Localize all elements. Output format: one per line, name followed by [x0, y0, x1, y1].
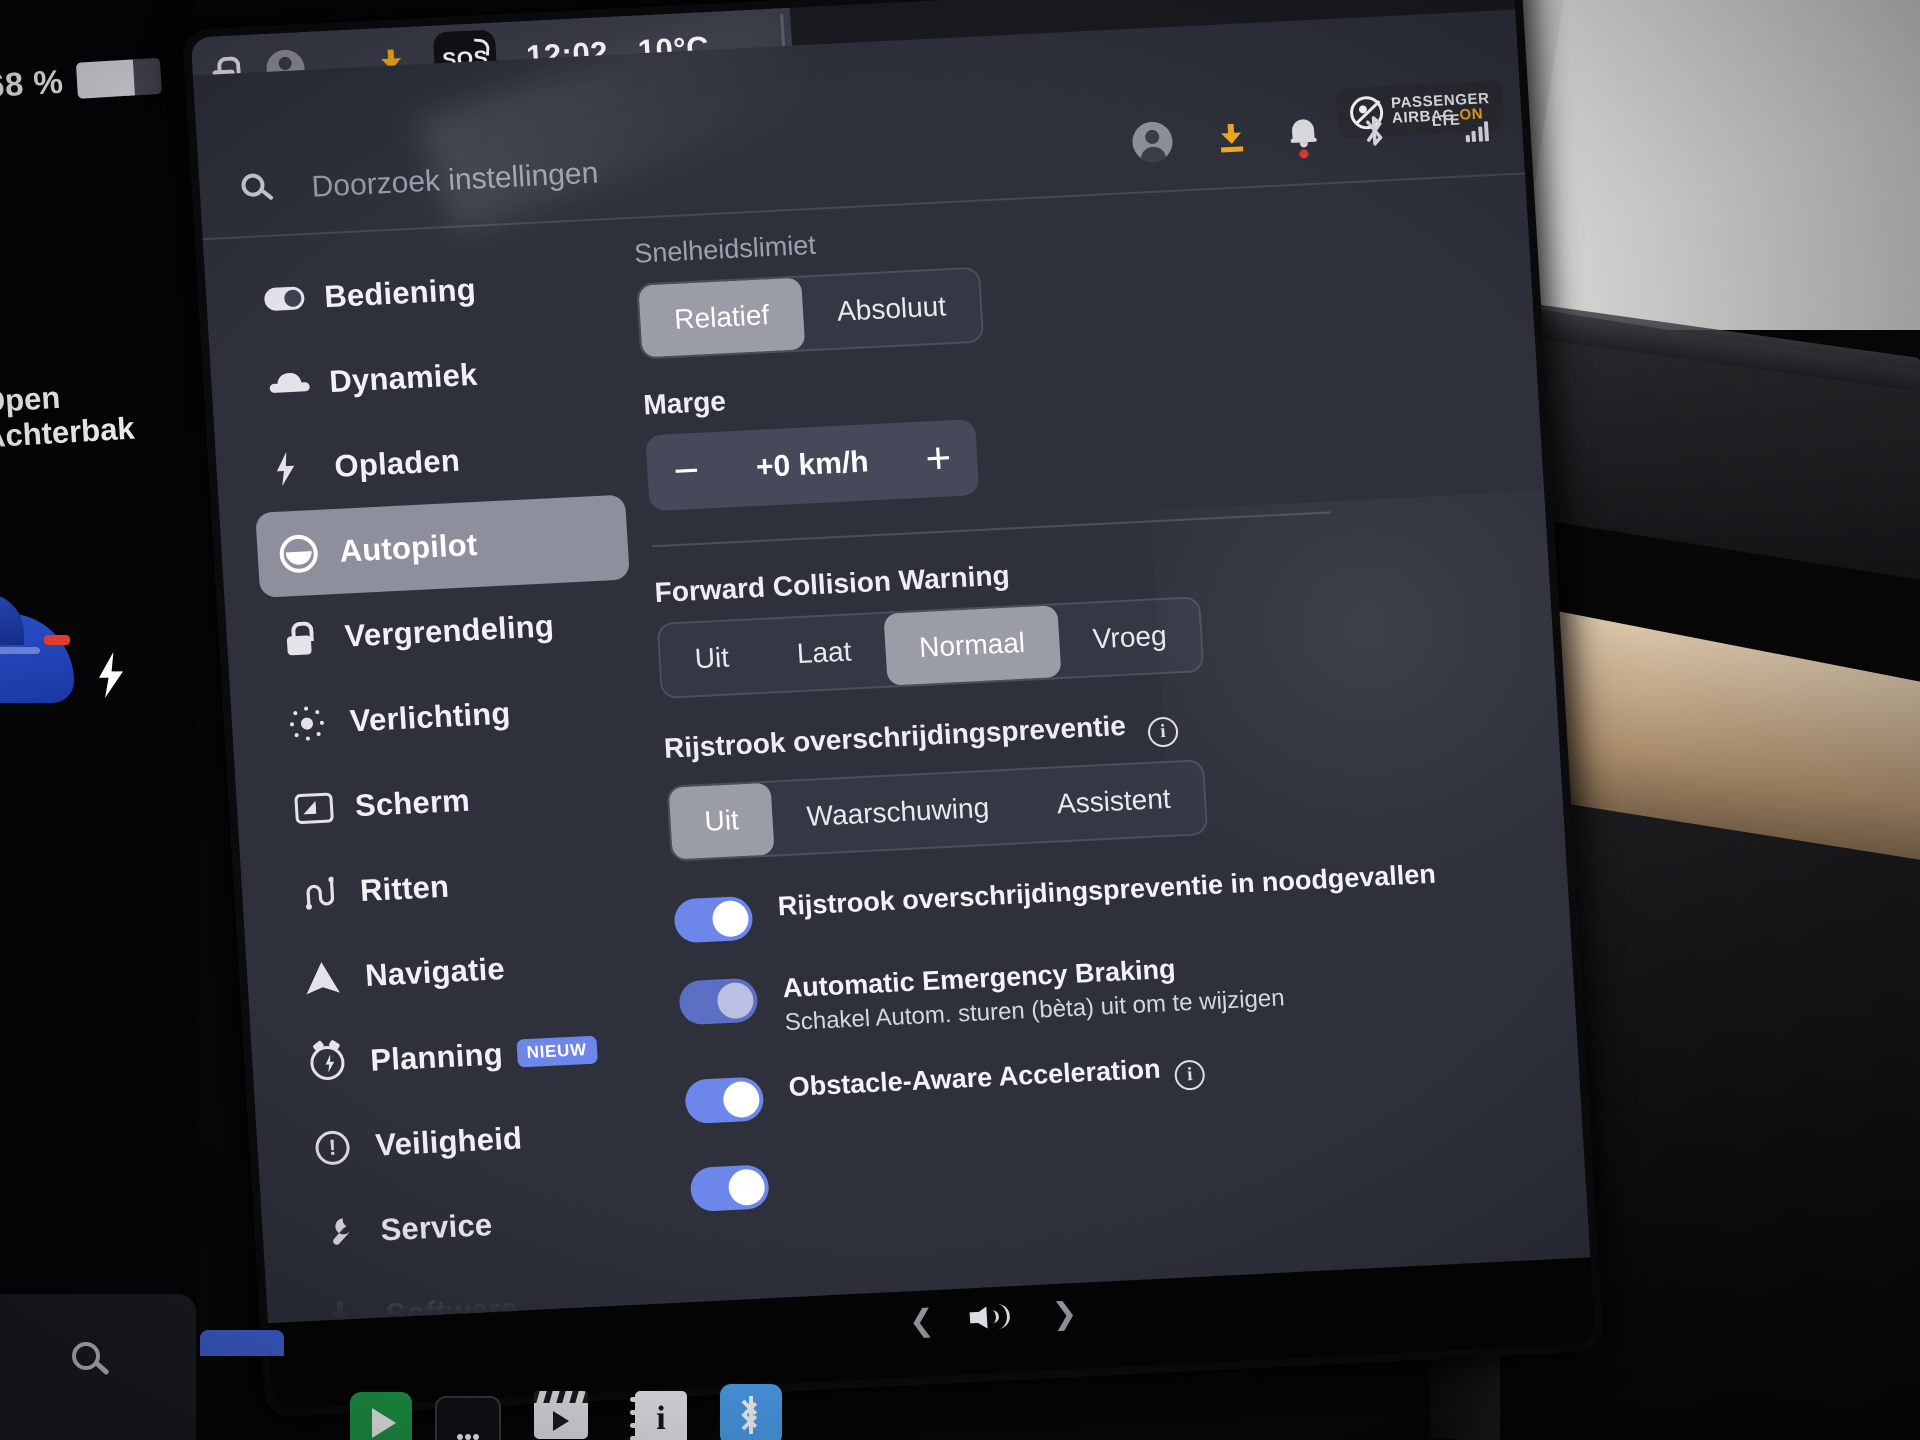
- toggle-switch[interactable]: [673, 895, 754, 944]
- sidebar-item-label: Planning: [369, 1035, 504, 1078]
- forward-collision-section: Forward Collision Warning Uit Laat Normaal…: [654, 533, 1540, 699]
- lightning-bolt-icon: [274, 450, 322, 486]
- left-search-button[interactable]: [0, 1294, 196, 1440]
- sidebar-item-label: Autopilot: [338, 526, 479, 569]
- sidebar-item-label: Navigatie: [364, 950, 506, 993]
- lane-departure-label-text: Rijstrook overschrijdingspreventie: [663, 709, 1127, 764]
- open-trunk-label[interactable]: Open Achterbak: [0, 376, 136, 456]
- sidebar-item-label: Opladen: [333, 442, 461, 484]
- forward-collision-segmented-control[interactable]: Uit Laat Normaal Vroeg: [656, 596, 1205, 699]
- toggle-row[interactable]: Obstacle-Aware Acceleration i: [684, 1032, 1566, 1125]
- sidebar-item-label: Vergrendeling: [343, 607, 555, 654]
- display-screen-icon: [294, 791, 342, 824]
- steering-wheel-icon: [278, 533, 327, 574]
- chevron-right-icon[interactable]: ❯: [1051, 1296, 1078, 1332]
- network-type-label: LTE: [1431, 111, 1461, 130]
- tesla-touchscreen: SOS 12:02 10°C PASSENGER AIRBAG ON Doorz…: [182, 0, 1605, 1418]
- bell-icon[interactable]: [1289, 117, 1317, 159]
- toggle-row-partial[interactable]: [689, 1120, 1571, 1212]
- exclamation-circle-icon: !: [314, 1129, 363, 1166]
- margin-increment-button[interactable]: +: [924, 433, 953, 483]
- battery-icon: [76, 57, 163, 99]
- toggle-switch[interactable]: [678, 977, 759, 1026]
- lane-departure-option-uit[interactable]: Uit: [668, 782, 775, 860]
- autopilot-settings-content: Snelheidslimiet Relatief Absoluut Marge −…: [633, 195, 1571, 1212]
- navigation-arrow-icon: [304, 960, 352, 994]
- search-icon: [72, 1342, 112, 1382]
- margin-value: +0 km/h: [755, 445, 870, 484]
- info-icon[interactable]: i: [1147, 716, 1179, 748]
- video-app[interactable]: [530, 1384, 592, 1440]
- autopilot-toggle-list: Rijstrook overschrijdingspreventie in no…: [673, 852, 1571, 1212]
- lane-departure-label: Rijstrook overschrijdingspreventie i: [663, 689, 1544, 772]
- sidebar-item-label: Dynamiek: [328, 356, 479, 399]
- search-input[interactable]: Doorzoek instellingen: [311, 157, 600, 205]
- margin-stepper[interactable]: − +0 km/h +: [645, 419, 980, 512]
- forward-collision-label: Forward Collision Warning: [653, 559, 1011, 609]
- sidebar-item-label: Bediening: [323, 271, 477, 314]
- settings-sidebar: Bediening Dynamiek Opladen Autopilot Vergren…: [240, 240, 676, 1361]
- sidebar-item-label: Ritten: [359, 868, 451, 908]
- media-player-app[interactable]: [350, 1392, 412, 1440]
- sidebar-item-label: Veiligheid: [374, 1119, 524, 1163]
- forward-collision-option-vroeg[interactable]: Vroeg: [1057, 598, 1203, 677]
- calculator-app[interactable]: [435, 1396, 501, 1440]
- speed-limit-option-relatief[interactable]: Relatief: [638, 277, 806, 358]
- app-tab-indicator[interactable]: [200, 1330, 284, 1356]
- bluetooth-icon[interactable]: [1361, 113, 1387, 148]
- toggle-title: Rijstrook overschrijdingspreventie in no…: [777, 858, 1437, 924]
- battery-percent-label: 68 %: [0, 62, 65, 105]
- forward-collision-option-laat[interactable]: Laat: [761, 614, 888, 692]
- margin-section: Marge − +0 km/h +: [642, 346, 1528, 512]
- route-trips-icon: [299, 874, 347, 910]
- sidebar-item-label: Verlichting: [348, 695, 512, 738]
- wrench-icon: [320, 1214, 368, 1250]
- speed-limit-segmented-control[interactable]: Relatief Absoluut: [636, 266, 985, 360]
- toggle-row[interactable]: Rijstrook overschrijdingspreventie in no…: [673, 852, 1555, 944]
- forward-collision-option-uit[interactable]: Uit: [659, 620, 765, 697]
- header-icon-row: LTE: [1131, 105, 1490, 163]
- sidebar-item-label: Service: [379, 1206, 494, 1248]
- bottom-taskbar: i: [200, 1330, 1500, 1440]
- lane-departure-segmented-control[interactable]: Uit Waarschuwing Assistent: [666, 759, 1209, 862]
- info-icon[interactable]: i: [1173, 1058, 1206, 1091]
- toggle-title-text: Obstacle-Aware Acceleration: [787, 1053, 1162, 1102]
- download-arrow-icon[interactable]: [1218, 123, 1246, 153]
- toggle-title: Obstacle-Aware Acceleration i: [788, 1050, 1206, 1109]
- lane-departure-section: Rijstrook overschrijdingspreventie i Uit…: [663, 689, 1550, 862]
- vehicle-render[interactable]: [0, 585, 104, 785]
- lane-departure-option-assistent[interactable]: Assistent: [1021, 761, 1207, 842]
- toggle-switch[interactable]: [684, 1076, 765, 1125]
- speed-limit-section: Snelheidslimiet Relatief Absoluut: [633, 195, 1519, 360]
- lock-icon: [284, 620, 332, 656]
- brightness-sun-icon: [289, 705, 337, 741]
- toggle-row[interactable]: Automatic Emergency Braking Schakel Autom…: [678, 934, 1561, 1043]
- alarm-clock-icon: [309, 1038, 357, 1081]
- sidebar-item-label: Scherm: [353, 782, 471, 823]
- search-icon: [240, 173, 277, 209]
- margin-label: Marge: [642, 385, 727, 421]
- toggle-title-text: Rijstrook overschrijdingspreventie in no…: [776, 858, 1437, 922]
- toggle-switch-icon: [263, 286, 311, 312]
- car-icon: [269, 371, 316, 395]
- left-vehicle-strip: 68 % Open Achterbak: [0, 0, 196, 1440]
- settings-panel: PASSENGER AIRBAG ON Doorzoek instellinge…: [192, 9, 1591, 1334]
- section-divider: [651, 511, 1332, 548]
- lane-departure-option-waarschuwing[interactable]: Waarschuwing: [771, 770, 1026, 854]
- bluetooth-app[interactable]: [720, 1384, 782, 1440]
- margin-decrement-button[interactable]: −: [672, 446, 701, 496]
- forward-collision-option-normaal[interactable]: Normaal: [883, 605, 1062, 686]
- speed-limit-option-absoluut[interactable]: Absoluut: [801, 269, 982, 350]
- open-trunk-line2: Achterbak: [0, 410, 136, 455]
- toggle-switch[interactable]: [689, 1164, 770, 1212]
- info-app[interactable]: i: [630, 1388, 692, 1440]
- profile-avatar-icon[interactable]: [1131, 120, 1174, 163]
- lte-signal-icon[interactable]: LTE: [1431, 110, 1490, 144]
- sidebar-new-badge: NIEUW: [515, 1035, 598, 1068]
- battery-indicator: 68 %: [0, 57, 163, 105]
- photo-scene: 68 % Open Achterbak SOS 12:02 10°C PASSE…: [0, 0, 1920, 1440]
